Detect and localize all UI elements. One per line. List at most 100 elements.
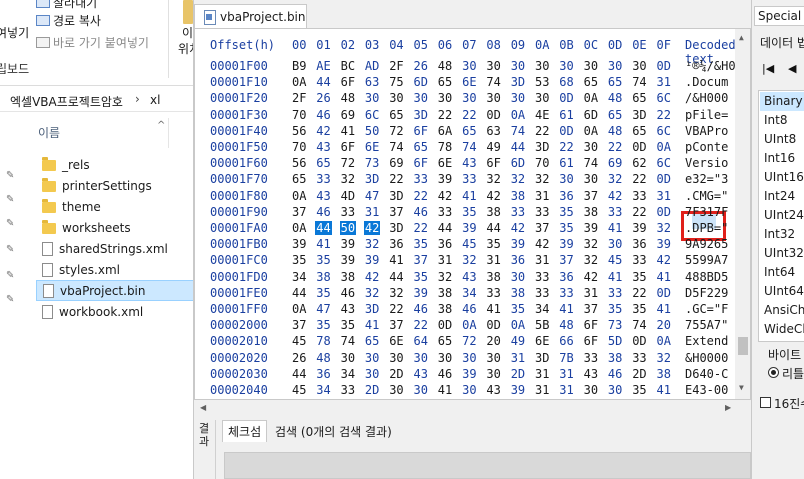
breadcrumb-item[interactable]: xl xyxy=(150,93,160,107)
hex-byte[interactable]: 73 xyxy=(365,156,379,170)
hex-byte[interactable]: 45 xyxy=(462,237,476,251)
decoded-text[interactable]: 488BD5 xyxy=(685,270,728,284)
hex-byte[interactable]: 35 xyxy=(511,302,525,316)
hex-byte[interactable]: 43 xyxy=(316,189,330,203)
column-header-name[interactable]: 이름 xyxy=(38,124,60,141)
decoded-text[interactable]: .CMG=" xyxy=(685,189,728,203)
hex-byte[interactable]: 41 xyxy=(608,221,622,235)
first-record-icon[interactable]: |◀ xyxy=(762,62,774,75)
hex-byte[interactable]: 74 xyxy=(462,140,476,154)
hex-byte[interactable]: 30 xyxy=(414,91,428,105)
hex-byte[interactable]: 73 xyxy=(608,318,622,332)
hex-byte[interactable]: 43 xyxy=(584,367,598,381)
hex-byte[interactable]: 33 xyxy=(535,205,549,219)
hex-byte[interactable]: 31 xyxy=(535,383,549,397)
hex-byte[interactable]: 41 xyxy=(438,383,452,397)
hex-byte[interactable]: 32 xyxy=(584,237,598,251)
hex-byte[interactable]: 45 xyxy=(292,334,306,348)
hex-byte[interactable]: 46 xyxy=(414,205,428,219)
hex-byte[interactable]: 33 xyxy=(535,270,549,284)
data-type-item[interactable]: Int32 xyxy=(760,225,804,244)
hex-byte[interactable]: 35 xyxy=(316,286,330,300)
hex-byte[interactable]: 42 xyxy=(535,237,549,251)
list-item-selected[interactable]: vbaProject.bin xyxy=(36,280,193,301)
hex-byte[interactable]: 0D xyxy=(657,286,671,300)
hex-byte[interactable]: 32 xyxy=(486,172,500,186)
hex-byte[interactable]: 39 xyxy=(632,221,646,235)
hex-byte[interactable]: 26 xyxy=(316,91,330,105)
list-item[interactable]: sharedStrings.xml xyxy=(36,238,193,259)
hex-byte[interactable]: 35 xyxy=(559,205,573,219)
hex-byte[interactable]: 46 xyxy=(316,205,330,219)
hex-byte[interactable]: 41 xyxy=(389,253,403,267)
hex-byte[interactable]: 38 xyxy=(438,302,452,316)
hex-byte[interactable]: 43 xyxy=(414,367,428,381)
hex-byte[interactable]: 39 xyxy=(462,367,476,381)
hex-byte[interactable]: 35 xyxy=(486,237,500,251)
hex-byte[interactable]: 0A xyxy=(292,221,306,235)
hex-byte[interactable]: 30 xyxy=(486,367,500,381)
hex-byte[interactable]: 30 xyxy=(511,270,525,284)
pin-icon[interactable]: ✎ xyxy=(6,170,16,182)
hex-byte[interactable]: 39 xyxy=(292,237,306,251)
hex-byte[interactable]: 30 xyxy=(438,91,452,105)
hex-byte[interactable]: 0D xyxy=(559,91,573,105)
hex-byte[interactable]: 22 xyxy=(632,286,646,300)
hex-byte[interactable]: 0A xyxy=(657,334,671,348)
hex-byte[interactable]: 32 xyxy=(365,237,379,251)
hex-byte[interactable]: 63 xyxy=(486,124,500,138)
hex-byte[interactable]: 39 xyxy=(657,237,671,251)
hex-byte[interactable]: 45 xyxy=(292,383,306,397)
hex-byte[interactable]: 37 xyxy=(584,302,598,316)
tab-vbaproject-bin[interactable]: vbaProject.bin xyxy=(194,4,307,28)
data-type-item[interactable]: UInt16 xyxy=(760,168,804,187)
paste-shortcut-button[interactable]: 바로 가기 붙여넣기 xyxy=(36,34,149,51)
hex-byte[interactable]: 38 xyxy=(438,286,452,300)
decoded-text[interactable]: D640-C xyxy=(685,367,728,381)
hex-byte[interactable]: AE xyxy=(316,59,330,73)
hex-byte[interactable]: 41 xyxy=(608,270,622,284)
hex-byte[interactable]: 22 xyxy=(389,302,403,316)
hex-byte[interactable]: 74 xyxy=(511,124,525,138)
hex-byte[interactable]: 35 xyxy=(632,383,646,397)
hex-byte[interactable]: 65 xyxy=(632,91,646,105)
hex-byte[interactable]: 32 xyxy=(657,221,671,235)
hex-byte[interactable]: 32 xyxy=(341,172,355,186)
hex-byte[interactable]: 31 xyxy=(486,253,500,267)
hex-byte[interactable]: 37 xyxy=(584,189,598,203)
hex-byte[interactable]: 33 xyxy=(486,286,500,300)
hex-byte[interactable]: 6E xyxy=(535,334,549,348)
vertical-scrollbar[interactable]: ▲ ▼ xyxy=(735,29,750,399)
hex-byte[interactable]: 22 xyxy=(632,172,646,186)
data-type-item[interactable]: Int16 xyxy=(760,149,804,168)
hex-byte[interactable]: 38 xyxy=(341,270,355,284)
hex-byte[interactable]: 31 xyxy=(657,189,671,203)
prev-record-icon[interactable]: ◀ xyxy=(788,62,796,75)
hex-byte[interactable]: 41 xyxy=(365,318,379,332)
decoded-text[interactable]: /&H000 xyxy=(685,91,728,105)
hex-byte[interactable]: 66 xyxy=(559,334,573,348)
hex-byte[interactable]: 44 xyxy=(292,286,306,300)
hex-byte[interactable]: 6D xyxy=(414,75,428,89)
hex-byte[interactable]: 42 xyxy=(365,270,379,284)
hex-byte[interactable]: 0D xyxy=(632,140,646,154)
hex-byte[interactable]: 38 xyxy=(657,367,671,381)
hex-byte[interactable]: 46 xyxy=(414,302,428,316)
hex-byte[interactable]: 30 xyxy=(608,237,622,251)
hex-byte[interactable]: 35 xyxy=(632,270,646,284)
hex-byte[interactable]: 0A xyxy=(462,318,476,332)
hex-byte[interactable]: 6C xyxy=(365,108,379,122)
hex-byte[interactable]: 6A xyxy=(438,124,452,138)
hex-byte[interactable]: 70 xyxy=(292,108,306,122)
hex-byte[interactable]: 2F xyxy=(292,91,306,105)
hex-byte[interactable]: 38 xyxy=(511,286,525,300)
hex-byte[interactable]: 0D xyxy=(657,59,671,73)
hex-byte[interactable]: 3D xyxy=(535,351,549,365)
hex-byte[interactable]: 50 xyxy=(365,124,379,138)
data-type-item[interactable]: Int8 xyxy=(760,111,804,130)
hex-byte[interactable]: 36 xyxy=(632,237,646,251)
address-bar[interactable]: 엑셀VBA프로젝트암호 › xl xyxy=(0,90,193,112)
list-item[interactable]: worksheets xyxy=(36,217,193,238)
hex-byte[interactable]: 0D xyxy=(657,172,671,186)
hex-byte[interactable]: 65 xyxy=(389,108,403,122)
